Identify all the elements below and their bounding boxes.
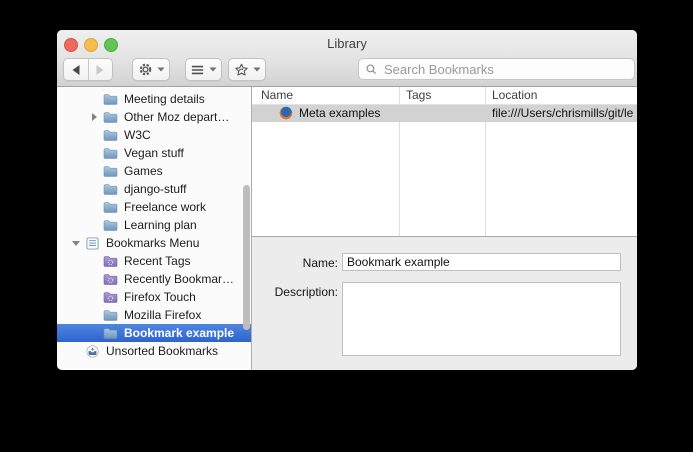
sidebar-item-label: Games [124,164,163,178]
sidebar-item-label: Mozilla Firefox [124,308,202,322]
folder-icon [102,92,118,106]
list-view-icon [190,64,205,76]
folder-icon [102,128,118,142]
folder-icon [102,182,118,196]
window-header: Library [57,30,637,87]
sidebar-item-recently-bookmarked[interactable]: Recently Bookmar… [57,270,251,288]
list-row-meta-examples[interactable]: Meta examples file:///Users/chrismills/g… [252,105,637,122]
views-menu-button[interactable] [185,58,222,81]
bookmark-name-cell: Meta examples [299,106,381,120]
smart-folder-icon [102,272,118,286]
chevron-down-icon [209,67,217,72]
sidebar-item-bookmark-example[interactable]: Bookmark example [57,324,251,342]
forward-icon [95,64,105,76]
sidebar-item-label: Meeting details [124,92,205,106]
search-input[interactable] [382,60,628,78]
library-window: Library Search Bookmarks Meeting details… [57,30,637,370]
folder-icon [102,164,118,178]
sidebar-item-mozilla-firefox[interactable]: Mozilla Firefox [57,306,251,324]
sidebar-item-label: Bookmarks Menu [106,236,200,250]
sidebar-item-label: Recent Tags [124,254,191,268]
column-header-name[interactable]: Name [261,88,293,102]
sidebar-item-label: django-stuff [124,182,187,196]
sidebar-item-w3c[interactable]: W3C [57,126,251,144]
sidebar-item-django-stuff[interactable]: django-stuff [57,180,251,198]
details-pane: Name: Description: [252,236,637,370]
gear-icon [138,62,153,77]
sidebar-item-vegan-stuff[interactable]: Vegan stuff [57,144,251,162]
smart-folder-icon [102,290,118,304]
forward-button[interactable] [89,59,113,80]
search-field[interactable] [358,58,635,80]
description-field[interactable] [342,282,621,356]
bookmark-location-cell: file:///Users/chrismills/git/le… [492,106,633,120]
disclosure-triangle-icon[interactable] [69,234,83,252]
sidebar-item-unsorted-bookmarks[interactable]: Unsorted Bookmarks [57,342,251,360]
sidebar-item-meeting-details[interactable]: Meeting details [57,90,251,108]
bookmarks-list: Name Tags Location Meta examples file://… [252,87,637,236]
chevron-down-icon [253,67,261,72]
back-button[interactable] [64,59,89,80]
sidebar-item-bookmarks-menu[interactable]: Bookmarks Menu [57,234,251,252]
column-header-tags[interactable]: Tags [406,88,431,102]
main-panel: Name Tags Location Meta examples file://… [252,87,637,370]
sidebar-item-label: Firefox Touch [124,290,196,304]
description-field-label: Description: [274,285,338,299]
disclosure-triangle-icon[interactable] [87,108,101,126]
window-title: Library [327,36,367,51]
folder-icon [102,326,118,340]
firefox-icon [279,106,293,120]
folder-icon [102,110,118,124]
sidebar-item-label: Learning plan [124,218,197,232]
sidebar-item-learning-plan[interactable]: Learning plan [57,216,251,234]
sidebar-item-label: W3C [124,128,151,142]
sidebar-item-freelance-work[interactable]: Freelance work [57,198,251,216]
back-icon [71,64,81,76]
sidebar-item-label: Vegan stuff [124,146,184,160]
sidebar-scrollbar-thumb[interactable] [243,185,250,330]
search-icon [365,63,378,76]
bookmarks-sidebar: Meeting details Other Moz depart… W3C Ve… [57,87,252,370]
sidebar-item-label: Other Moz depart… [124,110,230,124]
name-field-label: Name: [302,256,338,270]
sidebar-item-label: Bookmark example [124,326,235,340]
sidebar-item-label: Freelance work [124,200,207,214]
import-backup-menu-button[interactable] [228,58,266,81]
chevron-down-icon [157,67,165,72]
history-nav-group [63,58,113,81]
sidebar-item-other-moz-departments[interactable]: Other Moz depart… [57,108,251,126]
sidebar-item-games[interactable]: Games [57,162,251,180]
folder-icon [102,308,118,322]
folder-icon [102,200,118,214]
column-header-location[interactable]: Location [492,88,537,102]
folder-icon [102,146,118,160]
unsorted-bookmarks-icon [84,344,100,358]
sidebar-item-label: Recently Bookmar… [124,272,235,286]
smart-folder-icon [102,254,118,268]
list-header: Name Tags Location [252,87,637,105]
sidebar-item-label: Unsorted Bookmarks [106,344,219,358]
folder-icon [102,218,118,232]
sidebar-item-recent-tags[interactable]: Recent Tags [57,252,251,270]
window-content: Meeting details Other Moz depart… W3C Ve… [57,87,637,370]
actions-menu-button[interactable] [132,58,170,81]
star-refresh-icon [234,63,249,77]
name-field[interactable] [342,253,621,271]
sidebar-item-firefox-touch[interactable]: Firefox Touch [57,288,251,306]
bookmarks-menu-icon [84,236,100,250]
